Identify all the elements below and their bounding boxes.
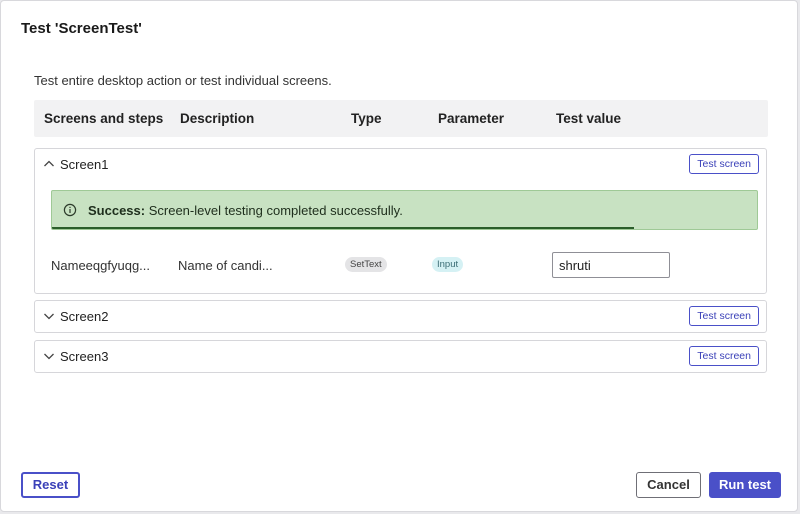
step-parameter-badge: Input (432, 257, 464, 272)
header-screens-and-steps: Screens and steps (44, 111, 164, 126)
run-test-button[interactable]: Run test (709, 472, 781, 498)
header-description: Description (180, 111, 255, 126)
step-description: Name of candi... (178, 258, 273, 273)
alert-message: Screen-level testing completed successfu… (148, 203, 403, 218)
screen-name: Screen1 (60, 157, 109, 172)
success-alert: Success: Screen-level testing completed … (51, 190, 758, 230)
screen-header-screen1[interactable]: Screen1 Test screen (35, 149, 766, 181)
dialog-subtitle: Test entire desktop action or test indiv… (34, 73, 332, 88)
test-dialog: Test 'ScreenTest' Test entire desktop ac… (0, 0, 798, 512)
test-screen-button[interactable]: Test screen (689, 306, 759, 326)
alert-label: Success: (88, 203, 146, 218)
cancel-button[interactable]: Cancel (636, 472, 701, 498)
step-type-badge: SetText (345, 257, 387, 272)
screen-name: Screen3 (60, 349, 109, 364)
screen-panel-screen1: Screen1 Test screen Success: Screen-leve… (34, 148, 767, 294)
chevron-down-icon[interactable] (43, 310, 55, 322)
dialog-title: Test 'ScreenTest' (21, 20, 142, 37)
step-name: Nameeqgfyuqg... (51, 258, 151, 273)
info-icon (63, 203, 77, 217)
header-test-value: Test value (556, 111, 622, 126)
table-header: Screens and steps Description Type Param… (34, 100, 768, 137)
screen-panel-screen2: Screen2 Test screen (34, 300, 767, 333)
alert-progress-bar (52, 227, 634, 229)
screen-panel-screen3: Screen3 Test screen (34, 340, 767, 373)
test-screen-button[interactable]: Test screen (689, 154, 759, 174)
screen-name: Screen2 (60, 309, 109, 324)
test-screen-button[interactable]: Test screen (689, 346, 759, 366)
test-value-input[interactable] (552, 252, 670, 278)
reset-button[interactable]: Reset (21, 472, 80, 498)
header-type: Type (351, 111, 382, 126)
alert-text: Success: Screen-level testing completed … (88, 203, 403, 218)
chevron-down-icon[interactable] (43, 350, 55, 362)
screen-header-screen2[interactable]: Screen2 Test screen (35, 301, 766, 333)
header-parameter: Parameter (438, 111, 505, 126)
screen-header-screen3[interactable]: Screen3 Test screen (35, 341, 766, 373)
chevron-up-icon[interactable] (43, 158, 55, 170)
